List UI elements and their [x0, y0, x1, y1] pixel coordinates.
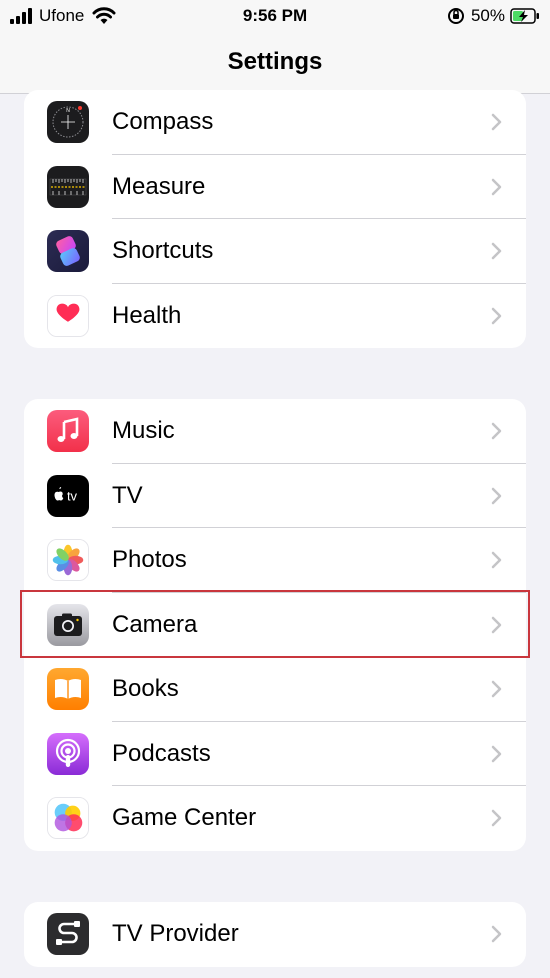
- settings-row-measure[interactable]: Measure: [24, 155, 526, 219]
- settings-row-label: Health: [112, 301, 182, 329]
- chevron-right-icon: [491, 243, 502, 260]
- settings-row-tv-provider[interactable]: TV Provider: [24, 902, 526, 967]
- settings-row-tv[interactable]: tv TV: [24, 464, 526, 528]
- settings-row-label: Measure: [112, 172, 206, 200]
- chevron-right-icon: [491, 178, 502, 195]
- compass-icon: N: [47, 101, 89, 144]
- settings-row-label: Photos: [112, 546, 187, 574]
- svg-text:tv: tv: [67, 488, 78, 503]
- settings-group-3: TV Provider: [24, 902, 526, 967]
- chevron-right-icon: [491, 423, 502, 440]
- status-bar: Ufone 9:56 PM 50%: [0, 0, 550, 34]
- chevron-right-icon: [491, 810, 502, 827]
- settings-row-label: Books: [112, 675, 179, 703]
- page-title: Settings: [227, 48, 323, 75]
- game-center-icon: [47, 797, 89, 840]
- music-icon: [47, 410, 89, 453]
- settings-row-game-center[interactable]: Game Center: [24, 786, 526, 851]
- settings-row-shortcuts[interactable]: Shortcuts: [24, 219, 526, 284]
- settings-row-books[interactable]: Books: [24, 657, 526, 722]
- camera-highlight-box: [20, 590, 530, 658]
- settings-row-label: TV Provider: [112, 920, 239, 948]
- settings-row-label: TV: [112, 481, 143, 509]
- battery-charging-icon: [510, 8, 539, 24]
- tv-provider-icon: [47, 913, 89, 956]
- appletv-icon: tv: [47, 474, 89, 517]
- chevron-right-icon: [491, 745, 502, 762]
- orientation-lock-icon: [447, 8, 464, 24]
- photos-icon: [47, 539, 89, 582]
- settings-row-label: Game Center: [112, 804, 257, 832]
- settings-row-podcasts[interactable]: Podcasts: [24, 722, 526, 786]
- chevron-right-icon: [491, 926, 502, 943]
- podcasts-icon: [47, 732, 89, 775]
- navigation-bar: Settings: [0, 34, 550, 94]
- chevron-right-icon: [491, 681, 502, 698]
- books-icon: [47, 668, 89, 711]
- battery-percentage: 50%: [470, 6, 505, 25]
- settings-row-health[interactable]: Health: [24, 284, 526, 349]
- chevron-right-icon: [491, 552, 502, 569]
- chevron-right-icon: [491, 487, 502, 504]
- chevron-right-icon: [491, 114, 502, 131]
- settings-group-1: N Compass Measure Shortcuts Health: [24, 90, 526, 348]
- settings-row-label: Shortcuts: [112, 237, 214, 265]
- settings-row-music[interactable]: Music: [24, 399, 526, 464]
- measure-icon: [47, 165, 89, 208]
- svg-text:N: N: [66, 108, 70, 114]
- shortcuts-icon: [47, 230, 89, 273]
- settings-row-label: Music: [112, 417, 175, 445]
- chevron-right-icon: [491, 307, 502, 324]
- settings-row-label: Compass: [112, 108, 214, 136]
- settings-row-photos[interactable]: Photos: [24, 528, 526, 593]
- settings-row-compass[interactable]: N Compass: [24, 90, 526, 155]
- settings-row-label: Podcasts: [112, 739, 211, 767]
- health-icon: [47, 294, 89, 337]
